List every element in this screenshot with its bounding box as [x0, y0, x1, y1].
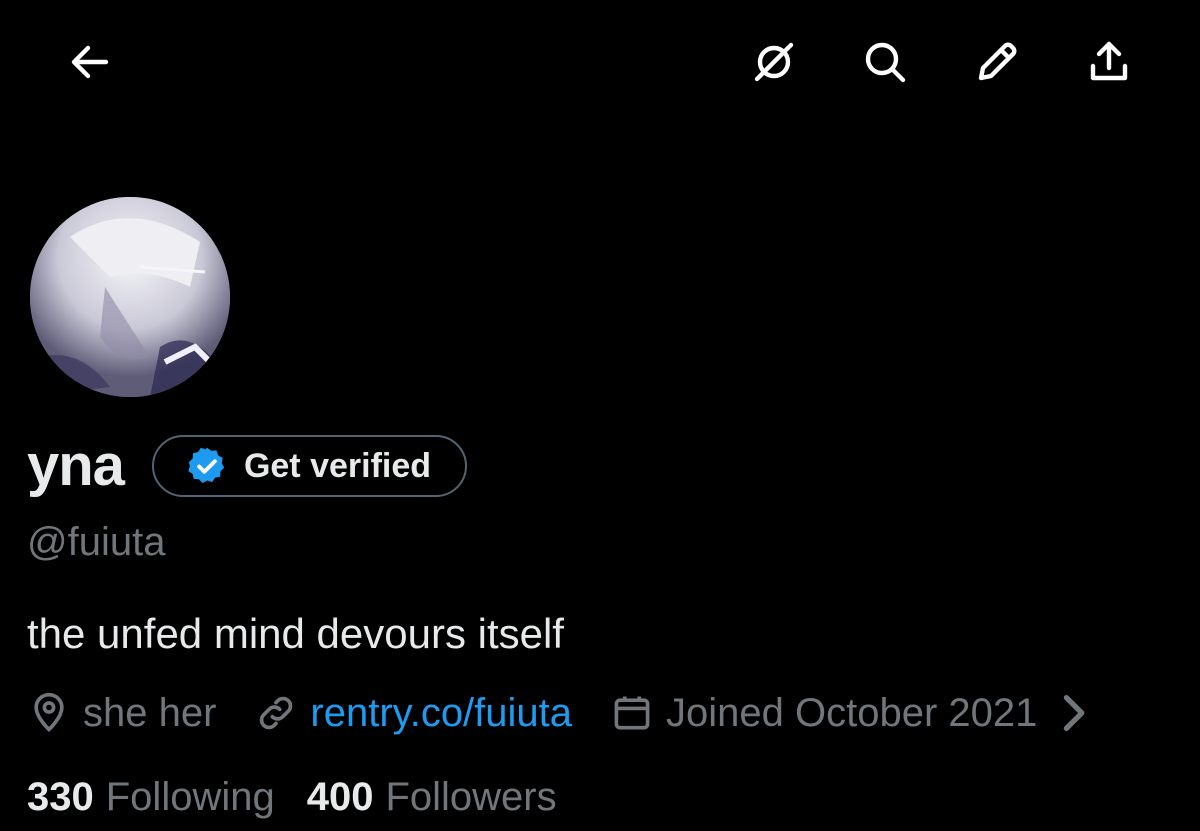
- chevron-right-icon: [1064, 694, 1085, 732]
- share-icon: [1090, 41, 1128, 81]
- get-verified-button[interactable]: Get verified: [151, 435, 468, 497]
- back-button[interactable]: [58, 30, 122, 94]
- pencil-icon: [978, 42, 1017, 81]
- following-label: Following: [105, 775, 275, 819]
- joined-text: Joined October 2021: [666, 690, 1038, 735]
- followers-stat[interactable]: 400 Followers: [307, 775, 557, 820]
- name-row: yna Get verified: [27, 430, 468, 502]
- grok-button[interactable]: [742, 30, 806, 94]
- followers-count: 400: [306, 775, 374, 819]
- profile-meta: she her rentry.co/fuiuta Joined October …: [27, 688, 1107, 738]
- location-text: she her: [83, 690, 217, 735]
- followers-label: Followers: [385, 775, 557, 819]
- avatar-image: [30, 197, 230, 397]
- follow-stats: 330 Following 400 Followers: [27, 775, 589, 820]
- top-bar: [0, 0, 1200, 130]
- location-item: she her: [27, 691, 216, 736]
- username-handle: @fuiuta: [27, 520, 166, 564]
- location-pin-icon: [34, 692, 64, 733]
- bio: the unfed mind devours itself: [27, 610, 564, 657]
- get-verified-label: Get verified: [243, 446, 432, 485]
- search-icon: [865, 42, 906, 83]
- calendar-icon: [614, 696, 650, 730]
- avatar[interactable]: [30, 197, 230, 397]
- edit-button[interactable]: [965, 30, 1029, 94]
- website-item[interactable]: rentry.co/fuiuta: [254, 691, 572, 736]
- verified-badge-icon: [188, 447, 225, 483]
- joined-item[interactable]: Joined October 2021: [610, 691, 1107, 736]
- link-icon: [260, 696, 293, 730]
- search-button[interactable]: [853, 30, 917, 94]
- arrow-left-icon: [71, 45, 109, 79]
- following-count: 330: [27, 775, 94, 819]
- grok-icon: [754, 42, 794, 82]
- display-name: yna: [27, 433, 125, 498]
- following-stat[interactable]: 330 Following: [27, 775, 275, 820]
- website-link[interactable]: rentry.co/fuiuta: [310, 691, 572, 736]
- share-button[interactable]: [1077, 30, 1141, 94]
